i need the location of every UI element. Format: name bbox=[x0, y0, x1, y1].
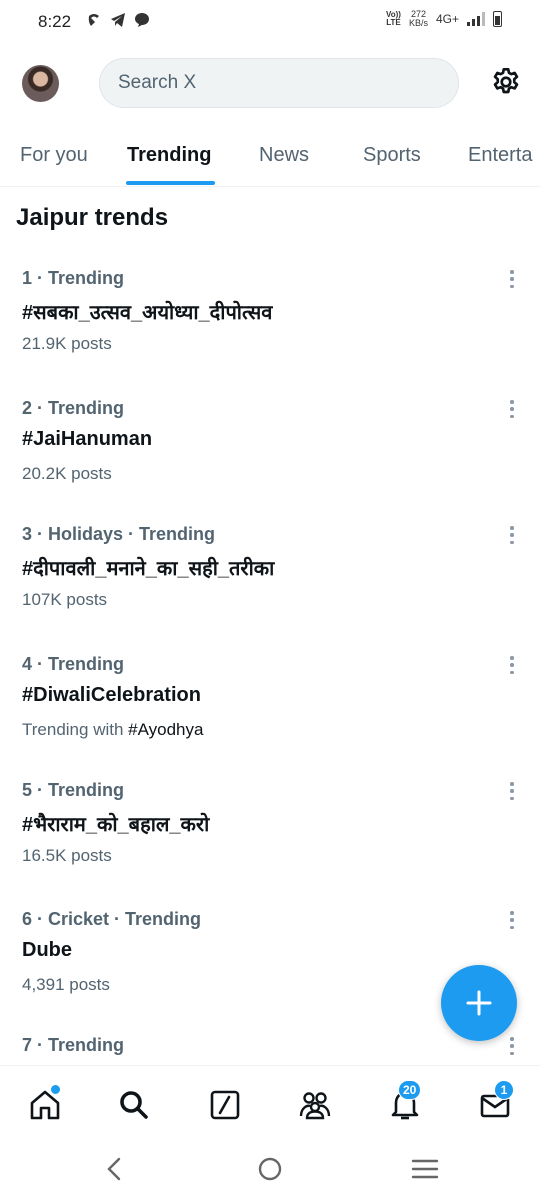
nav-search[interactable] bbox=[117, 1088, 151, 1122]
volte-line2: LTE bbox=[386, 18, 401, 27]
trending-with-label: Trending with bbox=[22, 720, 129, 739]
tab-for-you[interactable]: For you bbox=[20, 144, 88, 167]
notifications-badge: 20 bbox=[398, 1080, 422, 1100]
home-button-icon[interactable] bbox=[255, 1154, 285, 1184]
battery-icon bbox=[493, 11, 502, 27]
trend-name: #सबका_उत्सव_अयोध्या_दीपोत्सव bbox=[22, 302, 273, 324]
trend-meta: 2 · Trending bbox=[22, 398, 125, 418]
plus-icon bbox=[466, 990, 492, 1016]
trend-item[interactable]: 1 · Trending #सबका_उत्सव_अयोध्या_दीपोत्स… bbox=[0, 268, 540, 388]
more-options-icon[interactable] bbox=[505, 268, 519, 290]
more-options-icon[interactable] bbox=[505, 1035, 519, 1057]
communities-icon bbox=[299, 1092, 331, 1120]
trend-item[interactable]: 2 · Trending #JaiHanuman 20.2K posts bbox=[0, 398, 540, 518]
system-navigation bbox=[0, 1140, 540, 1200]
trend-post-count: 16.5K posts bbox=[22, 846, 112, 865]
trend-meta: 6 · Cricket · Trending bbox=[22, 909, 202, 929]
nav-messages[interactable]: 1 bbox=[478, 1080, 514, 1122]
tab-bar: For you Trending News Sports Enterta bbox=[0, 128, 540, 187]
system-status: Vo)) LTE 272 KB/s 4G+ bbox=[386, 10, 502, 28]
more-options-icon[interactable] bbox=[505, 398, 519, 420]
search-icon bbox=[120, 1091, 148, 1119]
nav-grok[interactable] bbox=[208, 1088, 242, 1122]
trend-meta: 4 · Trending bbox=[22, 654, 125, 674]
trend-post-count: 4,391 posts bbox=[22, 975, 110, 994]
avatar[interactable] bbox=[22, 65, 59, 102]
related-hashtag[interactable]: #Ayodhya bbox=[128, 720, 203, 739]
signal-icon bbox=[467, 12, 485, 26]
grok-icon bbox=[210, 1090, 240, 1120]
trend-name: #दीपावली_मनाने_का_सही_तरीका bbox=[22, 558, 275, 580]
compose-button[interactable] bbox=[441, 965, 517, 1041]
trend-meta: 7 · Trending bbox=[22, 1035, 125, 1055]
trend-name: #DiwaliCelebration bbox=[22, 684, 201, 706]
messages-badge: 1 bbox=[494, 1080, 514, 1100]
tab-sports[interactable]: Sports bbox=[363, 144, 421, 167]
trend-post-count: 21.9K posts bbox=[22, 334, 112, 353]
more-options-icon[interactable] bbox=[505, 780, 519, 802]
trend-name: #JaiHanuman bbox=[22, 428, 153, 450]
trend-post-count: 107K posts bbox=[22, 590, 108, 609]
more-options-icon[interactable] bbox=[505, 524, 519, 546]
network-type: 4G+ bbox=[435, 12, 459, 26]
trend-meta: 3 · Holidays · Trending bbox=[22, 524, 216, 544]
tab-entertainment[interactable]: Enterta bbox=[468, 144, 532, 167]
status-time: 8:22 bbox=[38, 12, 72, 31]
trend-related: Trending with #Ayodhya bbox=[22, 720, 203, 740]
chat-icon bbox=[135, 13, 149, 27]
tab-news[interactable]: News bbox=[259, 144, 309, 167]
recents-icon[interactable] bbox=[410, 1154, 440, 1184]
telegram-icon bbox=[111, 13, 125, 27]
nav-home[interactable] bbox=[28, 1084, 62, 1122]
trend-item[interactable]: 4 · Trending #DiwaliCelebration Trending… bbox=[0, 654, 540, 774]
home-unread-dot bbox=[50, 1084, 61, 1095]
trend-item[interactable]: 3 · Holidays · Trending #दीपावली_मनाने_क… bbox=[0, 524, 540, 644]
speed-unit: KB/s bbox=[408, 18, 428, 28]
volte-indicator: Vo)) LTE bbox=[386, 11, 401, 27]
tab-trending[interactable]: Trending bbox=[127, 144, 211, 167]
page-title: Jaipur trends bbox=[16, 204, 169, 231]
search-input[interactable] bbox=[116, 71, 420, 95]
more-options-icon[interactable] bbox=[505, 654, 519, 676]
trend-name: Dube bbox=[22, 939, 72, 961]
trend-item[interactable]: 5 · Trending #भैराराम_को_बहाल_करो 16.5K … bbox=[0, 780, 540, 900]
gear-icon[interactable] bbox=[490, 66, 522, 98]
nav-communities[interactable] bbox=[298, 1088, 332, 1122]
search-bar[interactable] bbox=[99, 58, 459, 108]
more-options-icon[interactable] bbox=[505, 909, 519, 931]
trend-name: #भैराराम_को_बहाल_करो bbox=[22, 814, 210, 836]
data-speed: 272 KB/s bbox=[409, 10, 428, 28]
nav-notifications[interactable]: 20 bbox=[388, 1080, 422, 1122]
trend-item[interactable]: 7 · Trending bbox=[0, 1035, 540, 1065]
trend-meta: 1 · Trending bbox=[22, 268, 125, 288]
notification-icons bbox=[86, 12, 150, 28]
trend-post-count: 20.2K posts bbox=[22, 464, 112, 483]
bottom-navigation: 20 1 bbox=[0, 1065, 540, 1141]
back-icon[interactable] bbox=[100, 1154, 130, 1184]
active-tab-indicator bbox=[126, 181, 215, 185]
trend-meta: 5 · Trending bbox=[22, 780, 125, 800]
status-bar: 8:22 Vo)) LTE 272 KB/s 4G+ bbox=[0, 0, 540, 44]
recycle-icon bbox=[88, 14, 99, 26]
